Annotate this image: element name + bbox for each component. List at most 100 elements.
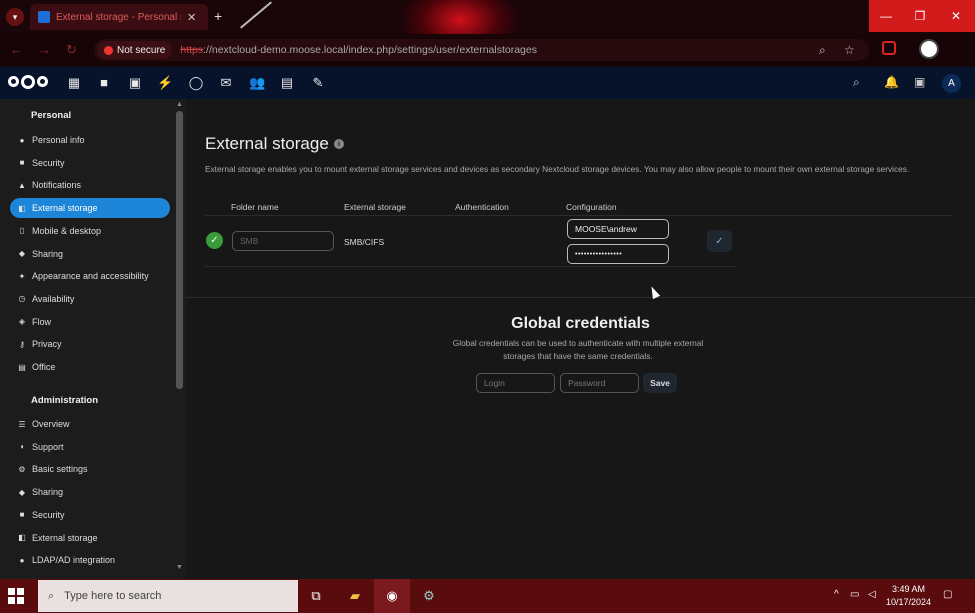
nextcloud-logo-icon[interactable] <box>8 75 48 89</box>
calendar-icon[interactable]: ▤ <box>279 75 295 91</box>
chrome-icon[interactable]: ◉ <box>381 585 403 607</box>
windows-start-icon[interactable] <box>8 588 24 604</box>
global-credentials-title: Global credentials <box>511 315 650 332</box>
sidebar-item-security[interactable]: ■ Security <box>10 153 170 173</box>
storage-type-cell: SMB/CIFS <box>344 237 385 247</box>
profile-avatar-icon[interactable] <box>919 39 939 59</box>
url-scheme: https <box>180 44 204 56</box>
config-username-input[interactable]: MOOSE\andrew <box>567 219 669 239</box>
browser-tab-external-storage[interactable]: External storage - Personal settings ✕ <box>30 4 208 30</box>
sidebar-scrollbar[interactable] <box>176 111 183 389</box>
not-secure-badge[interactable]: Not secure <box>97 41 173 59</box>
restore-window-button[interactable]: ❐ <box>903 0 937 32</box>
scroll-down-arrow-icon[interactable]: ▼ <box>176 564 183 571</box>
task-view-icon[interactable]: ⧉ <box>305 585 327 607</box>
table-header-divider <box>205 215 951 216</box>
sidebar-item-office[interactable]: ▤ Office <box>10 357 170 377</box>
close-tab-icon[interactable]: ✕ <box>187 11 196 24</box>
sidebar-item-label: Support <box>32 441 64 452</box>
zoom-icon[interactable]: ⌕ <box>819 43 826 58</box>
reload-icon[interactable]: ↻ <box>66 42 77 58</box>
tab-search-chevron-icon[interactable]: ▾ <box>6 8 24 26</box>
browser-tab-strip: ▾ External storage - Personal settings ✕… <box>0 0 975 34</box>
notifications-center-icon[interactable]: ▢ <box>943 589 952 600</box>
mail-icon[interactable]: ✉ <box>218 75 234 91</box>
sidebar-item-privacy[interactable]: ⚷ Privacy <box>10 334 170 354</box>
address-bar[interactable]: Not secure https://nextcloud-demo.moose.… <box>94 39 869 61</box>
sidebar-item-availability[interactable]: ◷ Availability <box>10 289 170 309</box>
sidebar-item-notifications[interactable]: ▲ Notifications <box>10 175 170 195</box>
column-header-configuration: Configuration <box>566 202 617 212</box>
taskbar-search-placeholder: Type here to search <box>64 590 162 602</box>
dashboard-icon[interactable]: ▦ <box>66 75 82 91</box>
global-credentials-description: Global credentials can be used to authen… <box>452 338 704 361</box>
settings-sidebar: Personal ● Personal info ■ Security ▲ Notific… <box>0 99 186 579</box>
tray-overflow-chevron-icon[interactable]: ^ <box>834 589 839 600</box>
info-icon[interactable]: i <box>334 139 344 149</box>
sidebar-item-personal-info[interactable]: ● Personal info <box>10 130 170 150</box>
activity-lightning-icon[interactable]: ⚡ <box>157 75 173 91</box>
extension-icon[interactable] <box>882 41 896 55</box>
notes-pencil-icon[interactable]: ✎ <box>310 75 326 91</box>
global-password-input[interactable]: Password <box>560 373 639 393</box>
page-title: External storage <box>205 134 329 153</box>
nextcloud-header: ▦ ■ ▣ ⚡ ◯ ✉ 👥 ▤ ✎ ⌕ 🔔 ▣ <box>0 67 975 99</box>
taskbar-search-box[interactable]: ⌕ Type here to search <box>38 580 298 612</box>
contacts-menu-icon[interactable]: ▣ <box>914 75 925 89</box>
file-explorer-icon[interactable]: ▰ <box>344 585 366 607</box>
volume-icon[interactable]: ◁ <box>868 589 876 600</box>
files-folder-icon[interactable]: ■ <box>96 75 112 90</box>
chat-icon: ◖ <box>19 442 25 452</box>
sidebar-item-label: Appearance and accessibility <box>32 271 149 282</box>
search-icon[interactable]: ⌕ <box>853 75 860 90</box>
new-tab-button[interactable]: + <box>214 8 222 24</box>
url-text[interactable]: https://nextcloud-demo.moose.local/index… <box>180 44 537 56</box>
scroll-up-arrow-icon[interactable]: ▲ <box>176 101 183 108</box>
key-icon: ⚷ <box>19 339 25 349</box>
sidebar-item-appearance-and-accessibility[interactable]: ✦ Appearance and accessibility <box>10 266 170 286</box>
sidebar-item-label: External storage <box>32 532 98 543</box>
sidebar-item-admin-ldap-ad-integration[interactable]: ● LDAP/AD integration <box>10 550 170 570</box>
column-header-external-storage: External storage <box>344 202 406 212</box>
share-icon: ◆ <box>18 249 26 258</box>
forward-arrow-icon[interactable]: → <box>38 42 51 57</box>
taskbar-clock[interactable]: 3:49 AM 10/17/2024 <box>886 583 931 609</box>
minimize-window-button[interactable]: — <box>869 0 903 32</box>
sidebar-item-admin-security[interactable]: ■ Security <box>10 505 170 525</box>
external-storage-icon: ◧ <box>18 533 26 542</box>
lock-icon: ■ <box>19 510 25 520</box>
bookmark-star-icon[interactable]: ☆ <box>844 43 855 57</box>
network-icon[interactable]: ▭ <box>850 589 859 600</box>
talk-icon[interactable]: ◯ <box>188 75 204 91</box>
folder-name-input[interactable]: SMB <box>232 231 334 251</box>
user-avatar[interactable]: A <box>942 74 961 93</box>
accessibility-icon: ✦ <box>18 271 26 281</box>
sidebar-item-admin-external-storage[interactable]: ◧ External storage <box>10 528 170 548</box>
flow-icon: ◈ <box>18 317 26 327</box>
personal-heading: Personal <box>31 110 72 121</box>
notifications-bell-icon[interactable]: 🔔 <box>884 75 899 89</box>
document-icon: ▤ <box>18 362 26 372</box>
save-global-credentials-button[interactable]: Save <box>643 373 677 393</box>
sidebar-item-external-storage[interactable]: ◧ External storage <box>10 198 170 219</box>
nextcloud-favicon-icon <box>38 11 50 23</box>
sidebar-item-admin-basic-settings[interactable]: ⚙ Basic settings <box>10 459 170 479</box>
config-password-input[interactable]: •••••••••••••••• <box>567 244 669 264</box>
save-mount-check-button[interactable]: ✓ <box>707 230 732 252</box>
sidebar-item-admin-sharing[interactable]: ◆ Sharing <box>10 482 170 502</box>
sidebar-item-mobile-desktop[interactable]: ▯ Mobile & desktop <box>10 221 170 241</box>
clock-time: 3:49 AM <box>892 584 926 594</box>
global-login-input[interactable]: Login <box>476 373 555 393</box>
settings-app-icon[interactable]: ⚙ <box>418 585 440 607</box>
sidebar-item-flow[interactable]: ◈ Flow <box>10 312 170 332</box>
url-path: ://nextcloud-demo.moose.local/index.php/… <box>203 44 537 56</box>
sidebar-item-sharing[interactable]: ◆ Sharing <box>10 244 170 264</box>
sidebar-item-admin-support[interactable]: ◖ Support <box>10 437 170 457</box>
share-icon: ◆ <box>18 487 26 497</box>
back-arrow-icon[interactable]: ← <box>10 42 23 57</box>
sidebar-item-label: Availability <box>32 293 75 304</box>
close-window-button[interactable]: ✕ <box>937 0 975 32</box>
contacts-icon[interactable]: 👥 <box>249 75 265 91</box>
photos-icon[interactable]: ▣ <box>127 75 143 91</box>
sidebar-item-admin-overview[interactable]: ☰ Overview <box>10 414 170 434</box>
